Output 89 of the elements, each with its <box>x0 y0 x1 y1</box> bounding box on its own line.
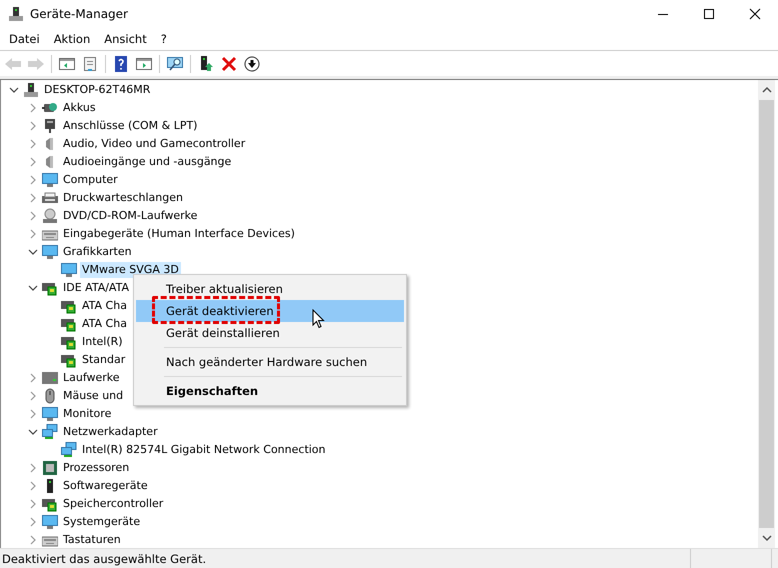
collapse-chevron-icon[interactable] <box>9 85 19 95</box>
expand-chevron-icon[interactable] <box>28 463 38 473</box>
menu-item[interactable]: Aktion <box>46 32 98 46</box>
tree-item[interactable]: IDE ATA/ATA <box>61 280 131 296</box>
network-card-icon <box>61 316 77 332</box>
remove-icon[interactable] <box>220 56 238 72</box>
disc-drive-icon <box>42 208 58 224</box>
tree-item[interactable]: Netzwerkadapter <box>61 424 160 440</box>
maximize-icon[interactable] <box>703 8 715 20</box>
network-card-icon <box>61 352 77 368</box>
tree-item[interactable]: Softwaregeräte <box>61 478 150 494</box>
computer-icon <box>8 6 24 22</box>
tree-item[interactable]: Computer <box>61 172 120 188</box>
tree-item[interactable]: Prozessoren <box>61 460 132 476</box>
monitor-icon <box>42 244 58 260</box>
window-icon[interactable] <box>135 56 153 72</box>
expand-chevron-icon[interactable] <box>28 391 38 401</box>
tree-item[interactable]: Laufwerke <box>61 370 122 386</box>
tree-item[interactable]: Monitore <box>61 406 114 422</box>
expand-chevron-icon[interactable] <box>28 193 38 203</box>
expand-chevron-icon[interactable] <box>28 229 38 239</box>
tree-item[interactable]: Speichercontroller <box>61 496 166 512</box>
menu-item[interactable]: Datei <box>2 32 47 46</box>
scrollbar[interactable] <box>758 80 775 548</box>
network-icon <box>42 424 58 440</box>
tree-item[interactable]: Standar <box>80 352 128 368</box>
scroll-up-icon[interactable] <box>762 86 772 94</box>
scroll-down-icon[interactable] <box>762 534 772 542</box>
properties-icon[interactable] <box>81 56 99 72</box>
tree-item[interactable]: ATA Cha <box>80 298 129 314</box>
network-card-icon <box>42 280 58 296</box>
window-icon[interactable] <box>58 56 76 72</box>
tree-item[interactable]: ATA Cha <box>80 316 129 332</box>
monitor-icon <box>42 172 58 188</box>
printer-icon <box>42 190 58 206</box>
expand-chevron-icon[interactable] <box>28 373 38 383</box>
network-card-icon <box>42 496 58 512</box>
collapse-chevron-icon[interactable] <box>28 427 38 437</box>
expand-chevron-icon[interactable] <box>28 409 38 419</box>
monitor-icon <box>42 406 58 422</box>
expand-chevron-icon[interactable] <box>28 535 38 545</box>
expand-chevron-icon[interactable] <box>28 499 38 509</box>
tree-item[interactable]: DVD/CD-ROM-Laufwerke <box>61 208 200 224</box>
tree-item[interactable]: Audioeingänge und -ausgänge <box>61 154 234 170</box>
port-icon <box>42 118 58 134</box>
collapse-chevron-icon[interactable] <box>28 247 38 257</box>
drive-icon <box>42 370 58 386</box>
expand-chevron-icon[interactable] <box>28 175 38 185</box>
tree-item[interactable]: Druckwarteschlangen <box>61 190 185 206</box>
expand-chevron-icon[interactable] <box>28 103 38 113</box>
tree-item[interactable]: Systemgeräte <box>61 514 142 530</box>
tree-item[interactable]: Tastaturen <box>61 532 123 548</box>
menu-item[interactable]: ? <box>154 32 174 46</box>
network-icon <box>61 442 77 458</box>
context-menu-item[interactable]: Gerät deaktivieren <box>136 300 404 322</box>
computer-icon <box>23 82 39 98</box>
tree-item[interactable]: Intel(R) 82574L Gigabit Network Connection <box>80 442 328 458</box>
monitor-scan-icon[interactable] <box>166 56 184 72</box>
context-menu-item[interactable]: Treiber aktualisieren <box>136 278 404 300</box>
expand-chevron-icon[interactable] <box>28 481 38 491</box>
status-text: Deaktiviert das ausgewählte Gerät. <box>1 552 208 566</box>
processor-icon <box>42 460 58 476</box>
context-menu-item[interactable]: Nach geänderter Hardware suchen <box>136 351 404 373</box>
tree-item[interactable]: Mäuse und <box>61 388 126 404</box>
context-menu-item[interactable]: Gerät deinstallieren <box>136 322 404 344</box>
tree-item[interactable]: Grafikkarten <box>61 244 134 260</box>
expand-chevron-icon[interactable] <box>28 211 38 221</box>
help-icon[interactable] <box>112 56 130 72</box>
download-icon[interactable] <box>243 56 261 72</box>
context-menu-item[interactable]: Eigenschaften <box>136 380 404 402</box>
expand-chevron-icon[interactable] <box>28 517 38 527</box>
close-icon[interactable] <box>749 8 761 20</box>
monitor-icon <box>42 514 58 530</box>
network-card-icon <box>61 334 77 350</box>
expand-chevron-icon[interactable] <box>28 121 38 131</box>
expand-chevron-icon[interactable] <box>28 139 38 149</box>
tree-item[interactable]: DESKTOP-62T46MR <box>42 82 152 98</box>
tree-item[interactable]: Audio, Video und Gamecontroller <box>61 136 248 152</box>
expand-chevron-icon[interactable] <box>28 157 38 167</box>
tree-item[interactable]: Anschlüsse (COM & LPT) <box>61 118 200 134</box>
monitor-icon <box>61 262 77 278</box>
tree-item[interactable]: Eingabegeräte (Human Interface Devices) <box>61 226 297 242</box>
mouse-cursor-icon <box>312 309 325 329</box>
menu-item[interactable]: Ansicht <box>97 32 154 46</box>
collapse-chevron-icon[interactable] <box>28 283 38 293</box>
network-card-icon <box>61 298 77 314</box>
tree-item[interactable]: Intel(R) <box>80 334 125 350</box>
tree-item[interactable]: Akkus <box>61 100 98 116</box>
window-title: Geräte-Manager <box>30 7 128 21</box>
